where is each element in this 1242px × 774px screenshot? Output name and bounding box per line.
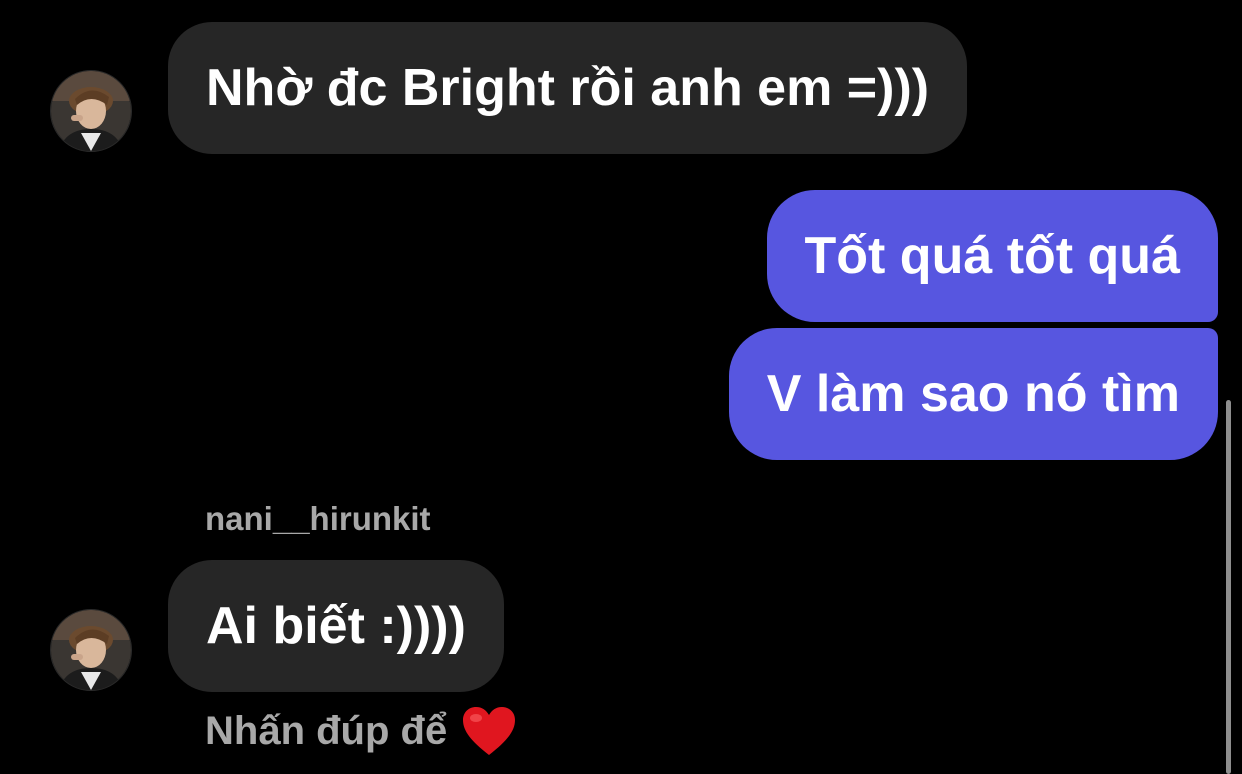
message-text: V làm sao nó tìm	[766, 365, 1180, 423]
heart-emoji-icon[interactable]	[461, 705, 517, 757]
message-text: Ai biết :))))	[206, 597, 466, 655]
message-thread: Nhờ đc Bright rồi anh em =))) Tốt quá tố…	[0, 0, 1242, 774]
contact-avatar[interactable]	[50, 609, 132, 691]
message-text: Tốt quá tốt quá	[804, 227, 1180, 285]
incoming-message-bubble[interactable]: Nhờ đc Bright rồi anh em =)))	[168, 22, 968, 154]
sender-username[interactable]: nani__hirunkit	[205, 500, 431, 538]
double-tap-hint-label: Nhấn đúp để	[205, 708, 448, 753]
double-tap-hint[interactable]: Nhấn đúp để	[205, 705, 517, 757]
outgoing-message-bubble[interactable]: V làm sao nó tìm	[728, 328, 1218, 460]
outgoing-message-bubble[interactable]: Tốt quá tốt quá	[766, 190, 1218, 322]
scrollbar[interactable]	[1226, 400, 1231, 774]
incoming-message-bubble[interactable]: Ai biết :))))	[168, 560, 504, 692]
avatar-photo-icon	[51, 71, 131, 151]
message-text: Nhờ đc Bright rồi anh em =)))	[206, 59, 930, 117]
contact-avatar[interactable]	[50, 70, 132, 152]
avatar-photo-icon	[51, 610, 131, 690]
